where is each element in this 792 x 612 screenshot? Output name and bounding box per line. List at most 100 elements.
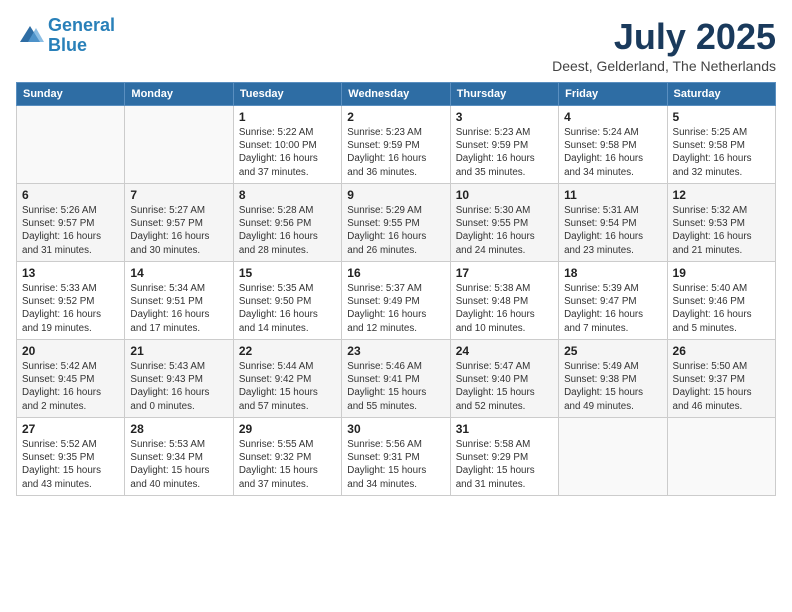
day-info: Sunrise: 5:23 AM Sunset: 9:59 PM Dayligh…	[456, 126, 553, 179]
day-info: Sunrise: 5:42 AM Sunset: 9:45 PM Dayligh…	[22, 360, 119, 413]
day-info: Sunrise: 5:38 AM Sunset: 9:48 PM Dayligh…	[456, 282, 553, 335]
day-cell: 13 Sunrise: 5:33 AM Sunset: 9:52 PM Dayli…	[17, 262, 125, 340]
day-cell: 11 Sunrise: 5:31 AM Sunset: 9:54 PM Dayli…	[559, 184, 667, 262]
title-block: July 2025 Deest, Gelderland, The Netherl…	[552, 16, 776, 74]
day-number: 16	[347, 266, 444, 280]
day-info: Sunrise: 5:56 AM Sunset: 9:31 PM Dayligh…	[347, 438, 444, 491]
day-cell: 5Sunrise: 5:25 AM Sunset: 9:58 PM Daylig…	[667, 106, 775, 184]
day-info: Sunrise: 5:43 AM Sunset: 9:43 PM Dayligh…	[130, 360, 227, 413]
day-number: 24	[456, 344, 553, 358]
day-cell: 15 Sunrise: 5:35 AM Sunset: 9:50 PM Dayli…	[233, 262, 341, 340]
day-info: Sunrise: 5:53 AM Sunset: 9:34 PM Dayligh…	[130, 438, 227, 491]
day-info: Sunrise: 5:55 AM Sunset: 9:32 PM Dayligh…	[239, 438, 336, 491]
day-cell	[667, 418, 775, 496]
day-cell: 17 Sunrise: 5:38 AM Sunset: 9:48 PM Dayli…	[450, 262, 558, 340]
day-info: Sunrise: 5:46 AM Sunset: 9:41 PM Dayligh…	[347, 360, 444, 413]
day-cell	[125, 106, 233, 184]
day-info: Sunrise: 5:37 AM Sunset: 9:49 PM Dayligh…	[347, 282, 444, 335]
day-number: 6	[22, 188, 119, 202]
col-header-sunday: Sunday	[17, 83, 125, 106]
day-info: Sunrise: 5:31 AM Sunset: 9:54 PM Dayligh…	[564, 204, 661, 257]
day-info: Sunrise: 5:58 AM Sunset: 9:29 PM Dayligh…	[456, 438, 553, 491]
day-cell: 28 Sunrise: 5:53 AM Sunset: 9:34 PM Dayli…	[125, 418, 233, 496]
column-headers: SundayMondayTuesdayWednesdayThursdayFrid…	[17, 83, 776, 106]
day-info: Sunrise: 5:33 AM Sunset: 9:52 PM Dayligh…	[22, 282, 119, 335]
day-info: Sunrise: 5:29 AM Sunset: 9:55 PM Dayligh…	[347, 204, 444, 257]
day-cell: 3 Sunrise: 5:23 AM Sunset: 9:59 PM Daylig…	[450, 106, 558, 184]
day-cell: 24 Sunrise: 5:47 AM Sunset: 9:40 PM Dayli…	[450, 340, 558, 418]
day-cell: 6 Sunrise: 5:26 AM Sunset: 9:57 PM Daylig…	[17, 184, 125, 262]
week-row-4: 20Sunrise: 5:42 AM Sunset: 9:45 PM Dayli…	[17, 340, 776, 418]
day-number: 14	[130, 266, 227, 280]
page-header: General Blue July 2025 Deest, Gelderland…	[16, 16, 776, 74]
day-cell: 30 Sunrise: 5:56 AM Sunset: 9:31 PM Dayli…	[342, 418, 450, 496]
day-number: 17	[456, 266, 553, 280]
month-title: July 2025	[552, 16, 776, 58]
day-number: 1	[239, 110, 336, 124]
day-info: Sunrise: 5:27 AM Sunset: 9:57 PM Dayligh…	[130, 204, 227, 257]
day-info: Sunrise: 5:26 AM Sunset: 9:57 PM Dayligh…	[22, 204, 119, 257]
day-cell: 20Sunrise: 5:42 AM Sunset: 9:45 PM Dayli…	[17, 340, 125, 418]
day-number: 10	[456, 188, 553, 202]
col-header-monday: Monday	[125, 83, 233, 106]
day-cell: 26 Sunrise: 5:50 AM Sunset: 9:37 PM Dayli…	[667, 340, 775, 418]
col-header-tuesday: Tuesday	[233, 83, 341, 106]
calendar-body: 1Sunrise: 5:22 AM Sunset: 10:00 PM Dayli…	[17, 106, 776, 496]
col-header-friday: Friday	[559, 83, 667, 106]
day-info: Sunrise: 5:28 AM Sunset: 9:56 PM Dayligh…	[239, 204, 336, 257]
day-cell: 19Sunrise: 5:40 AM Sunset: 9:46 PM Dayli…	[667, 262, 775, 340]
day-number: 28	[130, 422, 227, 436]
day-number: 5	[673, 110, 770, 124]
day-number: 2	[347, 110, 444, 124]
day-info: Sunrise: 5:23 AM Sunset: 9:59 PM Dayligh…	[347, 126, 444, 179]
day-number: 4	[564, 110, 661, 124]
logo: General Blue	[16, 16, 115, 56]
day-number: 29	[239, 422, 336, 436]
day-info: Sunrise: 5:40 AM Sunset: 9:46 PM Dayligh…	[673, 282, 770, 335]
day-info: Sunrise: 5:39 AM Sunset: 9:47 PM Dayligh…	[564, 282, 661, 335]
day-number: 8	[239, 188, 336, 202]
location: Deest, Gelderland, The Netherlands	[552, 58, 776, 74]
col-header-thursday: Thursday	[450, 83, 558, 106]
day-cell: 16 Sunrise: 5:37 AM Sunset: 9:49 PM Dayli…	[342, 262, 450, 340]
col-header-saturday: Saturday	[667, 83, 775, 106]
day-cell	[17, 106, 125, 184]
day-number: 11	[564, 188, 661, 202]
day-info: Sunrise: 5:44 AM Sunset: 9:42 PM Dayligh…	[239, 360, 336, 413]
day-cell: 2 Sunrise: 5:23 AM Sunset: 9:59 PM Daylig…	[342, 106, 450, 184]
col-header-wednesday: Wednesday	[342, 83, 450, 106]
day-number: 12	[673, 188, 770, 202]
logo-text: General Blue	[48, 16, 115, 56]
day-info: Sunrise: 5:35 AM Sunset: 9:50 PM Dayligh…	[239, 282, 336, 335]
logo-icon	[16, 22, 44, 50]
day-number: 3	[456, 110, 553, 124]
day-number: 26	[673, 344, 770, 358]
day-number: 15	[239, 266, 336, 280]
day-cell: 21 Sunrise: 5:43 AM Sunset: 9:43 PM Dayli…	[125, 340, 233, 418]
day-info: Sunrise: 5:32 AM Sunset: 9:53 PM Dayligh…	[673, 204, 770, 257]
day-info: Sunrise: 5:30 AM Sunset: 9:55 PM Dayligh…	[456, 204, 553, 257]
day-cell: 4Sunrise: 5:24 AM Sunset: 9:58 PM Daylig…	[559, 106, 667, 184]
day-info: Sunrise: 5:50 AM Sunset: 9:37 PM Dayligh…	[673, 360, 770, 413]
day-number: 27	[22, 422, 119, 436]
day-cell: 23Sunrise: 5:46 AM Sunset: 9:41 PM Dayli…	[342, 340, 450, 418]
day-cell: 14 Sunrise: 5:34 AM Sunset: 9:51 PM Dayli…	[125, 262, 233, 340]
day-number: 31	[456, 422, 553, 436]
day-number: 30	[347, 422, 444, 436]
week-row-2: 6 Sunrise: 5:26 AM Sunset: 9:57 PM Daylig…	[17, 184, 776, 262]
day-cell: 27 Sunrise: 5:52 AM Sunset: 9:35 PM Dayli…	[17, 418, 125, 496]
day-cell: 8 Sunrise: 5:28 AM Sunset: 9:56 PM Daylig…	[233, 184, 341, 262]
day-number: 18	[564, 266, 661, 280]
day-info: Sunrise: 5:47 AM Sunset: 9:40 PM Dayligh…	[456, 360, 553, 413]
day-cell	[559, 418, 667, 496]
day-cell: 1Sunrise: 5:22 AM Sunset: 10:00 PM Dayli…	[233, 106, 341, 184]
day-number: 21	[130, 344, 227, 358]
day-info: Sunrise: 5:52 AM Sunset: 9:35 PM Dayligh…	[22, 438, 119, 491]
day-number: 13	[22, 266, 119, 280]
day-number: 7	[130, 188, 227, 202]
day-info: Sunrise: 5:34 AM Sunset: 9:51 PM Dayligh…	[130, 282, 227, 335]
day-cell: 7 Sunrise: 5:27 AM Sunset: 9:57 PM Daylig…	[125, 184, 233, 262]
day-number: 22	[239, 344, 336, 358]
day-number: 9	[347, 188, 444, 202]
day-cell: 25Sunrise: 5:49 AM Sunset: 9:38 PM Dayli…	[559, 340, 667, 418]
